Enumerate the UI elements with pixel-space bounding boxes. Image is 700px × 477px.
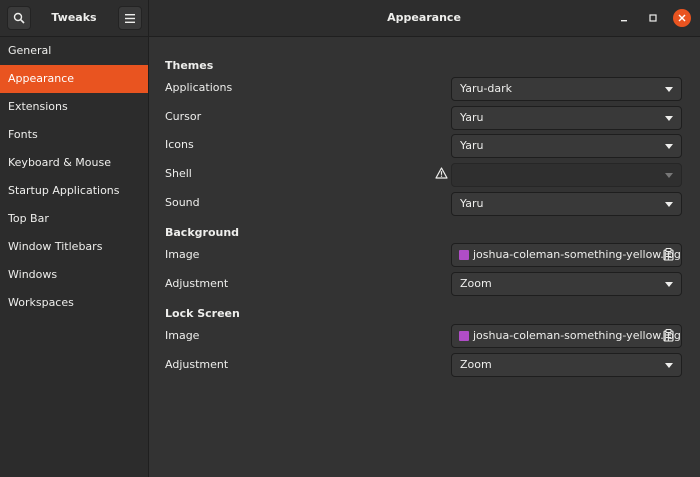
sidebar-item-top-bar[interactable]: Top Bar [0, 205, 148, 233]
chevron-down-icon [665, 116, 673, 121]
background-heading: Background [165, 226, 240, 239]
cursor-label: Cursor [165, 110, 202, 123]
image-file-icon [459, 331, 469, 341]
sidebar-item-appearance[interactable]: Appearance [0, 65, 148, 93]
icons-theme-value: Yaru [460, 139, 484, 152]
lock-screen-image-label: Image [165, 329, 200, 342]
warning-icon [435, 167, 448, 179]
shell-label: Shell [165, 167, 192, 180]
maximize-icon [649, 14, 657, 22]
lock-screen-heading: Lock Screen [165, 307, 240, 320]
lock-screen-adjustment-dropdown[interactable]: Zoom [451, 353, 682, 377]
chevron-down-icon [665, 173, 673, 178]
themes-heading: Themes [165, 59, 214, 72]
background-adjustment-value: Zoom [460, 277, 492, 290]
close-icon [678, 14, 686, 22]
header-bar-left: Tweaks [0, 0, 149, 36]
sidebar: General Appearance Extensions Fonts Keyb… [0, 37, 149, 477]
chevron-down-icon [665, 202, 673, 207]
chevron-down-icon [665, 282, 673, 287]
sidebar-item-fonts[interactable]: Fonts [0, 121, 148, 149]
tweaks-window: Tweaks Appearance General Appearance Ext… [0, 0, 700, 477]
cursor-theme-dropdown[interactable]: Yaru [451, 106, 682, 130]
lock-screen-image-chooser[interactable]: joshua-coleman-something-yellow.jpg [451, 324, 682, 348]
sound-theme-value: Yaru [460, 197, 484, 210]
lock-screen-image-filename: joshua-coleman-something-yellow.jpg [473, 329, 681, 342]
menu-button[interactable] [118, 6, 142, 30]
chevron-down-icon [665, 87, 673, 92]
chevron-down-icon [665, 363, 673, 368]
shell-theme-dropdown [451, 163, 682, 187]
search-button[interactable] [7, 6, 31, 30]
lock-screen-adjustment-value: Zoom [460, 358, 492, 371]
sidebar-item-window-titlebars[interactable]: Window Titlebars [0, 233, 148, 261]
background-image-chooser[interactable]: joshua-coleman-something-yellow.jpg [451, 243, 682, 267]
app-title: Tweaks [51, 11, 97, 24]
document-open-icon [663, 329, 674, 342]
sidebar-item-workspaces[interactable]: Workspaces [0, 289, 148, 317]
applications-label: Applications [165, 81, 233, 94]
minimize-icon [621, 20, 627, 22]
maximize-button[interactable] [644, 9, 662, 27]
background-image-filename: joshua-coleman-something-yellow.jpg [473, 248, 681, 261]
background-image-label: Image [165, 248, 200, 261]
hamburger-menu-icon [125, 13, 135, 23]
close-button[interactable] [673, 9, 691, 27]
header-bar: Tweaks Appearance [0, 0, 700, 37]
sound-label: Sound [165, 196, 200, 209]
sidebar-item-startup-applications[interactable]: Startup Applications [0, 177, 148, 205]
icons-theme-dropdown[interactable]: Yaru [451, 134, 682, 158]
sound-theme-dropdown[interactable]: Yaru [451, 192, 682, 216]
lock-screen-adjustment-label: Adjustment [165, 358, 229, 371]
minimize-button[interactable] [615, 9, 633, 27]
document-open-icon [663, 248, 674, 261]
cursor-theme-value: Yaru [460, 111, 484, 124]
icons-label: Icons [165, 138, 194, 151]
sidebar-item-extensions[interactable]: Extensions [0, 93, 148, 121]
chevron-down-icon [665, 144, 673, 149]
applications-theme-dropdown[interactable]: Yaru-dark [451, 77, 682, 101]
background-adjustment-dropdown[interactable]: Zoom [451, 272, 682, 296]
image-file-icon [459, 250, 469, 260]
sidebar-item-general[interactable]: General [0, 37, 148, 65]
applications-theme-value: Yaru-dark [460, 82, 513, 95]
sidebar-item-windows[interactable]: Windows [0, 261, 148, 289]
search-icon [13, 12, 25, 24]
background-adjustment-label: Adjustment [165, 277, 229, 290]
appearance-panel: Themes Applications Yaru-dark Cursor Yar… [149, 37, 700, 477]
sidebar-item-keyboard-mouse[interactable]: Keyboard & Mouse [0, 149, 148, 177]
